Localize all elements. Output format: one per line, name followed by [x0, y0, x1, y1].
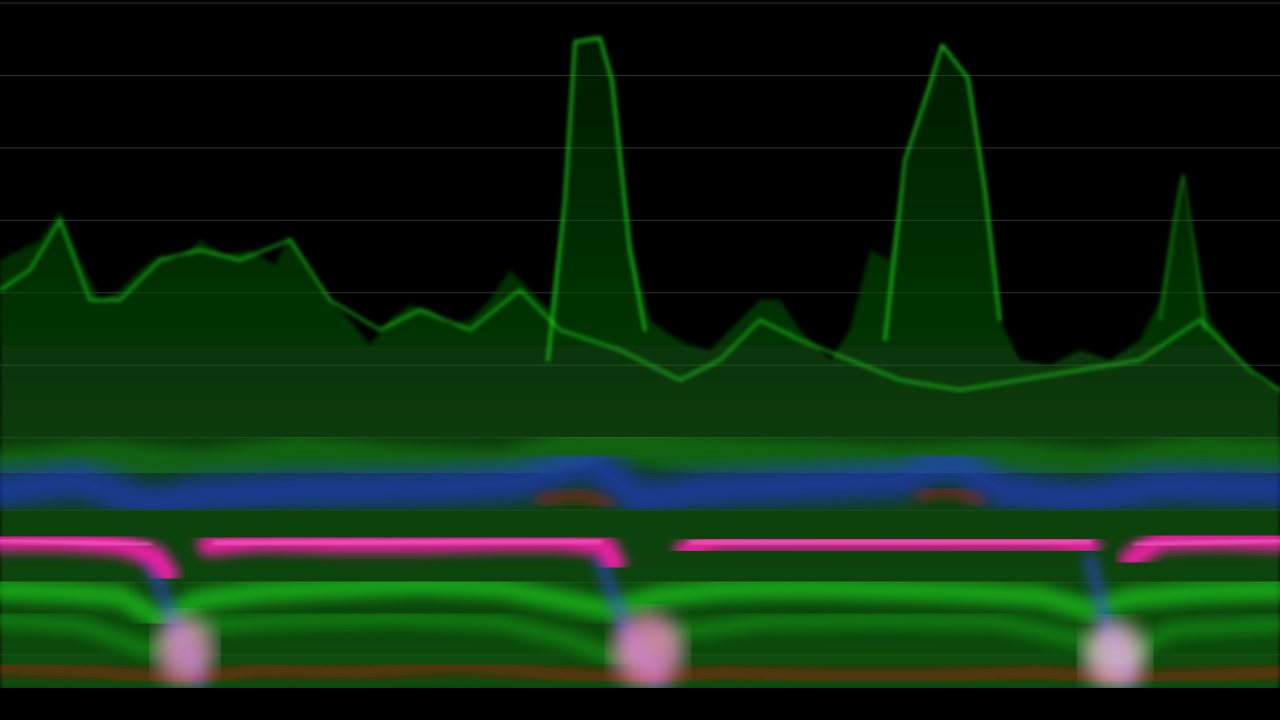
- waveform-scope: [0, 0, 1280, 720]
- scope-floor: [0, 688, 1280, 720]
- hotspot-3: [1083, 621, 1147, 689]
- hotspot-2: [612, 612, 684, 688]
- hotspot-1: [155, 615, 215, 685]
